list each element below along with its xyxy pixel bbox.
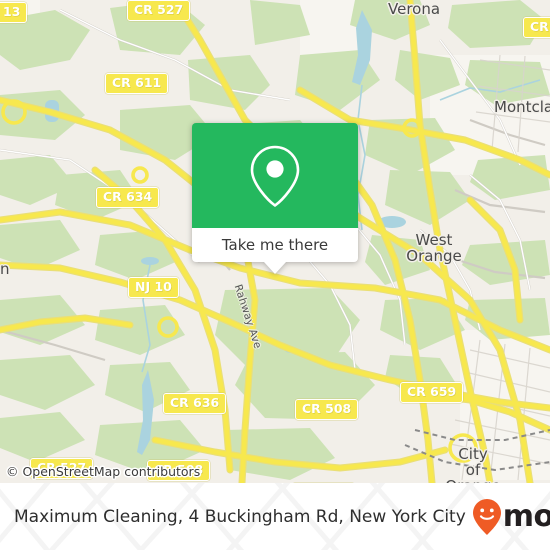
- map-viewport[interactable]: Verona Montclair WestOrange Cityof Orang…: [0, 0, 550, 483]
- map-screenshot: Verona Montclair WestOrange Cityof Orang…: [0, 0, 550, 550]
- road-shield-cr-634[interactable]: CR 634: [96, 187, 160, 208]
- road-shield-nj-10[interactable]: NJ 10: [128, 277, 179, 298]
- road-shield-13[interactable]: 13: [0, 2, 28, 23]
- road-shield-cr-508[interactable]: CR 508: [295, 399, 359, 420]
- moovit-wordmark: moovit: [502, 498, 550, 534]
- road-shield-cr-611[interactable]: CR 611: [105, 73, 169, 94]
- location-popup-card[interactable]: Take me there: [192, 123, 358, 274]
- location-caption: Maximum Cleaning, 4 Buckingham Rd, New Y…: [14, 506, 466, 527]
- popup-header: [192, 123, 358, 228]
- moovit-smiley-pin-icon: [472, 498, 501, 535]
- take-me-there-button[interactable]: Take me there: [192, 228, 358, 262]
- take-me-there-label: Take me there: [221, 236, 329, 254]
- osm-attribution[interactable]: © OpenStreetMap contributors: [6, 464, 200, 479]
- road-shield-cr-6[interactable]: CR 6: [523, 17, 550, 38]
- bottom-caption-bar: Maximum Cleaning, 4 Buckingham Rd, New Y…: [0, 483, 550, 550]
- road-shield-cr-659[interactable]: CR 659: [400, 382, 464, 403]
- popup-pointer: [264, 262, 286, 274]
- road-shield-cr-527[interactable]: CR 527: [127, 0, 191, 21]
- moovit-logo[interactable]: moovit: [472, 498, 550, 536]
- road-shield-cr-636[interactable]: CR 636: [163, 393, 227, 414]
- map-pin-icon: [250, 145, 300, 207]
